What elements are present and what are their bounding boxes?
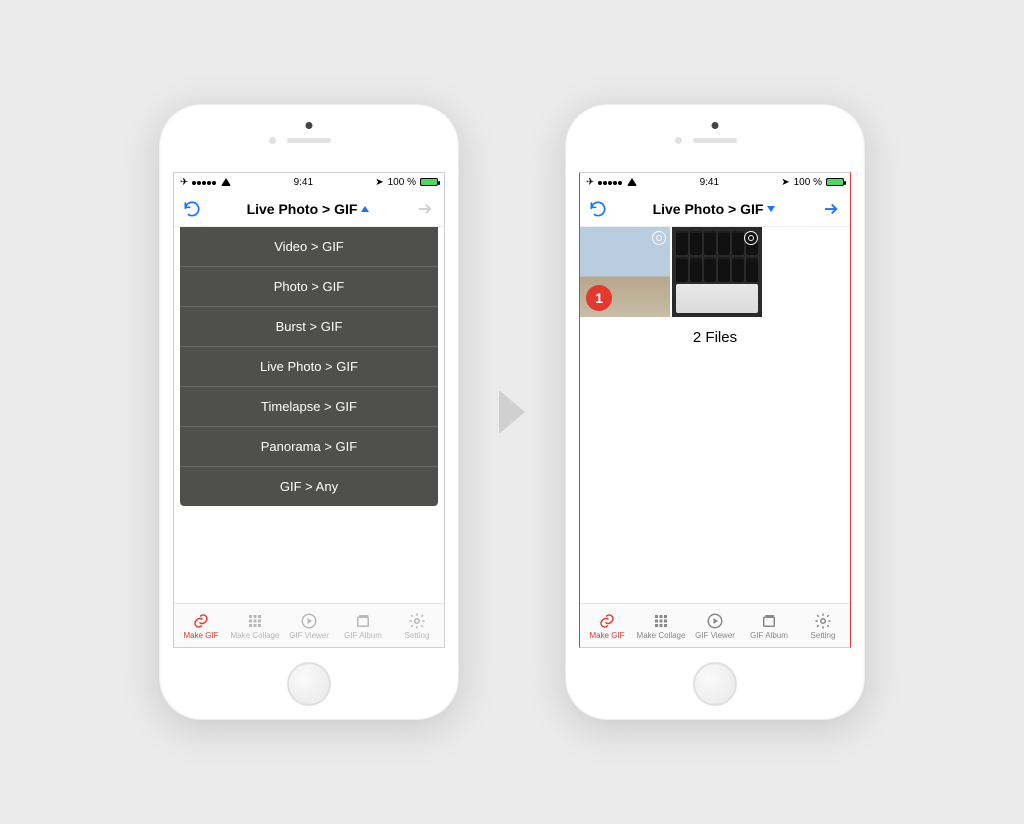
- play-circle-icon: [300, 611, 318, 631]
- title-dropdown-toggle[interactable]: Live Photo > GIF: [653, 201, 776, 217]
- wifi-icon: [627, 178, 637, 186]
- content-area: 1 2 Files: [580, 227, 850, 603]
- link-icon: [192, 611, 210, 631]
- status-bar: ✈ 9:41 ➤ 100 %: [580, 173, 850, 191]
- stack-icon: [354, 611, 372, 631]
- tab-label: Make GIF: [589, 631, 624, 640]
- tab-label: GIF Album: [344, 631, 382, 640]
- grid-icon: [652, 611, 670, 631]
- dropdown-item-photo[interactable]: Photo > GIF: [180, 267, 438, 307]
- tab-setting[interactable]: Setting: [796, 611, 850, 640]
- home-button[interactable]: [693, 662, 737, 706]
- tab-gif-viewer[interactable]: GIF Viewer: [688, 611, 742, 640]
- selection-badge: 1: [586, 285, 612, 311]
- tab-setting[interactable]: Setting: [390, 611, 444, 640]
- airplane-icon: ✈: [180, 177, 188, 188]
- phone-sensor: [269, 137, 276, 144]
- signal-dots-icon: [598, 177, 623, 188]
- dropdown-item-timelapse[interactable]: Timelapse > GIF: [180, 387, 438, 427]
- link-icon: [598, 611, 616, 631]
- tab-make-gif[interactable]: Make GIF: [580, 611, 634, 640]
- grid-icon: [246, 611, 264, 631]
- photo-thumbnail-2[interactable]: [672, 227, 762, 317]
- tab-label: Setting: [405, 631, 430, 640]
- phone-camera-dot: [712, 122, 719, 129]
- phone-speaker: [287, 138, 331, 143]
- navbar: Live Photo > GIF: [174, 191, 444, 227]
- phone-sensor: [675, 137, 682, 144]
- tab-label: Make Collage: [231, 631, 280, 640]
- tab-label: GIF Album: [750, 631, 788, 640]
- screen-left: ✈ 9:41 ➤ 100 % Live Photo > GIF: [173, 172, 445, 648]
- dropdown-item-panorama[interactable]: Panorama > GIF: [180, 427, 438, 467]
- status-time: 9:41: [294, 177, 313, 188]
- mode-dropdown-menu: Video > GIF Photo > GIF Burst > GIF Live…: [180, 227, 438, 506]
- location-icon: ➤: [781, 177, 789, 188]
- title-dropdown-toggle[interactable]: Live Photo > GIF: [247, 201, 370, 217]
- dropdown-item-burst[interactable]: Burst > GIF: [180, 307, 438, 347]
- battery-text: 100 %: [794, 177, 822, 188]
- tab-bar: Make GIF Make Collage GIF Viewer GIF Alb…: [174, 603, 444, 647]
- phone-camera-dot: [306, 122, 313, 129]
- gear-icon: [814, 611, 832, 631]
- home-button[interactable]: [287, 662, 331, 706]
- chevron-up-icon: [361, 206, 369, 212]
- content-area: Video > GIF Photo > GIF Burst > GIF Live…: [174, 227, 444, 603]
- location-icon: ➤: [375, 177, 383, 188]
- phone-frame-right: ✈ 9:41 ➤ 100 % Live Photo > GIF: [565, 104, 865, 720]
- tab-make-collage[interactable]: Make Collage: [634, 611, 688, 640]
- dropdown-item-livephoto[interactable]: Live Photo > GIF: [180, 347, 438, 387]
- flow-arrow-icon: [499, 390, 525, 434]
- tab-gif-viewer[interactable]: GIF Viewer: [282, 611, 336, 640]
- navbar: Live Photo > GIF: [580, 191, 850, 227]
- tab-bar: Make GIF Make Collage GIF Viewer GIF Alb…: [580, 603, 850, 647]
- tab-label: Make Collage: [637, 631, 686, 640]
- battery-icon: [420, 178, 438, 186]
- battery-text: 100 %: [388, 177, 416, 188]
- airplane-icon: ✈: [586, 177, 594, 188]
- tab-label: GIF Viewer: [289, 631, 329, 640]
- nav-title-text: Live Photo > GIF: [653, 201, 764, 217]
- battery-icon: [826, 178, 844, 186]
- dropdown-item-video[interactable]: Video > GIF: [180, 227, 438, 267]
- dropdown-item-gifany[interactable]: GIF > Any: [180, 467, 438, 506]
- tab-label: GIF Viewer: [695, 631, 735, 640]
- live-photo-icon: [652, 231, 666, 245]
- screen-right: ✈ 9:41 ➤ 100 % Live Photo > GIF: [579, 172, 851, 648]
- status-time: 9:41: [700, 177, 719, 188]
- tab-gif-album[interactable]: GIF Album: [742, 611, 796, 640]
- play-circle-icon: [706, 611, 724, 631]
- status-bar: ✈ 9:41 ➤ 100 %: [174, 173, 444, 191]
- selection-number: 1: [595, 290, 603, 306]
- nav-title-text: Live Photo > GIF: [247, 201, 358, 217]
- next-button-disabled: [414, 200, 436, 218]
- phone-frame-left: ✈ 9:41 ➤ 100 % Live Photo > GIF: [159, 104, 459, 720]
- tab-label: Make GIF: [183, 631, 218, 640]
- stack-icon: [760, 611, 778, 631]
- refresh-button[interactable]: [588, 199, 608, 219]
- chevron-down-icon: [767, 206, 775, 212]
- phone-speaker: [693, 138, 737, 143]
- photo-thumbnail-1[interactable]: 1: [580, 227, 670, 317]
- next-button[interactable]: [820, 200, 842, 218]
- tab-make-gif[interactable]: Make GIF: [174, 611, 228, 640]
- refresh-button[interactable]: [182, 199, 202, 219]
- signal-dots-icon: [192, 177, 217, 188]
- tab-label: Setting: [811, 631, 836, 640]
- live-photo-icon: [744, 231, 758, 245]
- file-count-label: 2 Files: [580, 317, 850, 358]
- tab-make-collage[interactable]: Make Collage: [228, 611, 282, 640]
- photo-grid: 1: [580, 227, 850, 317]
- gear-icon: [408, 611, 426, 631]
- wifi-icon: [221, 178, 231, 186]
- tab-gif-album[interactable]: GIF Album: [336, 611, 390, 640]
